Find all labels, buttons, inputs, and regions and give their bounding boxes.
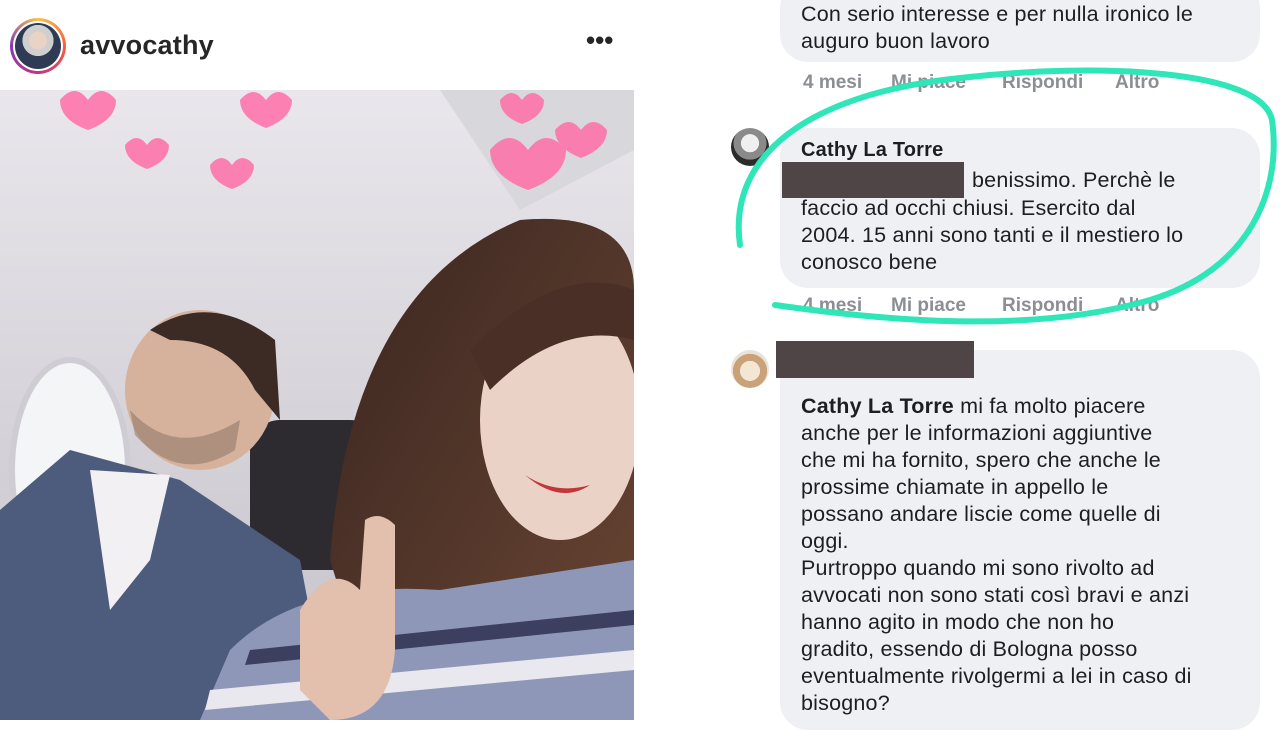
redaction-bar <box>782 162 964 198</box>
redaction-bar <box>776 341 974 378</box>
comment-line: oggi. <box>801 529 849 553</box>
comment-time[interactable]: 4 mesi <box>803 72 862 94</box>
comment-line: avvocati non sono stati così bravi e anz… <box>801 583 1190 607</box>
more-link[interactable]: Altro <box>1115 72 1159 94</box>
comment-line: eventualmente rivolgermi a lei in caso d… <box>801 664 1192 688</box>
comment-text: Con serio interesse e per nulla ironico … <box>801 1 1193 55</box>
comment-time[interactable]: 4 mesi <box>803 295 862 317</box>
comment-line: anche per le informazioni aggiuntive <box>801 421 1153 445</box>
comment-line: faccio ad occhi chiusi. Esercito dal <box>801 196 1136 220</box>
more-options-icon[interactable]: ••• <box>586 27 613 53</box>
like-link[interactable]: Mi piace <box>891 72 966 94</box>
profile-avatar[interactable] <box>10 18 66 74</box>
author-mention[interactable]: Cathy La Torre <box>801 394 954 418</box>
post-photo <box>0 90 634 720</box>
comment-line: bisogno? <box>801 691 890 715</box>
post-username[interactable]: avvocathy <box>80 30 214 61</box>
reply-link[interactable]: Rispondi <box>1002 72 1083 94</box>
commenter-avatar[interactable] <box>731 350 769 388</box>
comment-line: Con serio interesse e per nulla ironico … <box>801 2 1194 26</box>
comment-line: che mi ha fornito, spero che anche le <box>801 448 1161 472</box>
comment-line: auguro buon lavoro <box>801 29 990 53</box>
comment-line: conosco bene <box>801 250 938 274</box>
comment-line: Purtroppo quando mi sono rivolto ad <box>801 556 1155 580</box>
reply-link[interactable]: Rispondi <box>1002 295 1083 317</box>
comment-line: 2004. 15 anni sono tanti e il mestiero l… <box>801 223 1184 247</box>
post-header: avvocathy ••• <box>0 0 640 88</box>
comment-author[interactable]: Cathy La Torre <box>801 137 1183 164</box>
like-link[interactable]: Mi piace <box>891 295 966 317</box>
comment-line: hanno agito in modo che non ho <box>801 610 1115 634</box>
comment-line: Cathy La Torre mi fa molto piacere <box>801 393 1192 420</box>
selfie-airplane-image <box>0 90 634 720</box>
comment-line: possano andare liscie come quelle di <box>801 502 1161 526</box>
comment-text: Cathy La Torre benissimo. Perchè le facc… <box>801 137 1183 276</box>
comment-line: prossime chiamate in appello le <box>801 475 1109 499</box>
comment-line: gradito, essendo di Bologna posso <box>801 637 1138 661</box>
comment-line-rest: mi fa molto piacere <box>953 394 1146 418</box>
commenter-avatar[interactable] <box>731 128 769 166</box>
more-link[interactable]: Altro <box>1115 295 1159 317</box>
comment-text: Cathy La Torre mi fa molto piacere anche… <box>801 393 1192 717</box>
